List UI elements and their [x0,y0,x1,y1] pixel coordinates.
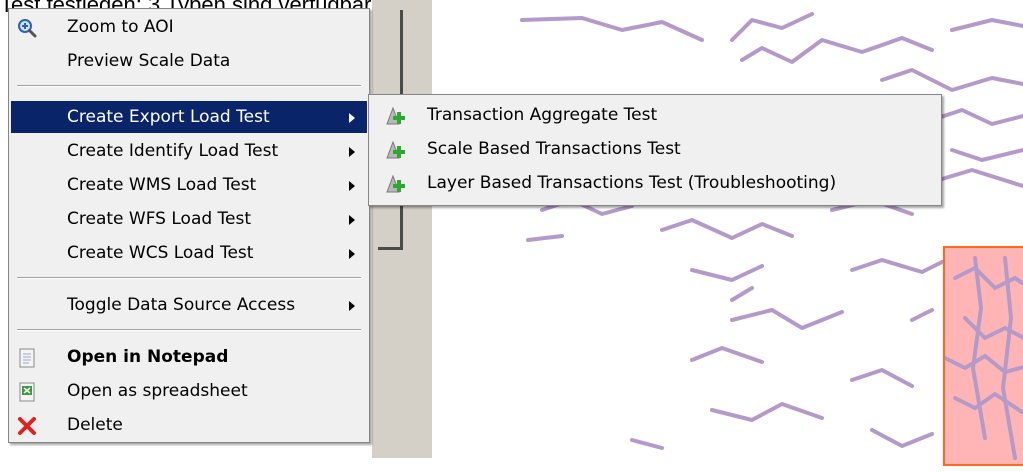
submenu-arrow-icon [349,215,355,225]
area-of-interest[interactable] [943,246,1023,466]
export-load-test-submenu: Transaction Aggregate Test Scale Based T… [368,94,942,206]
menu-item-label: Create WFS Load Test [67,209,252,229]
menu-item-label: Preview Scale Data [67,51,231,71]
submenu-arrow-icon [349,249,355,259]
aoi-features [943,256,1023,460]
load-test-icon [385,172,407,194]
menu-item-create-wfs-load-test[interactable]: Create WFS Load Test [11,203,367,235]
map-features [520,12,1023,450]
delete-icon [17,415,37,435]
menu-item-delete[interactable]: Delete [11,409,367,441]
menu-item-create-identify-load-test[interactable]: Create Identify Load Test [11,135,367,167]
submenu-item-scale-based-transactions-test[interactable]: Scale Based Transactions Test [371,133,939,165]
menu-item-label: Create WCS Load Test [67,243,254,263]
menu-item-open-as-spreadsheet[interactable]: Open as spreadsheet [11,375,367,407]
submenu-item-transaction-aggregate-test[interactable]: Transaction Aggregate Test [371,99,939,131]
menu-item-label: Open as spreadsheet [67,381,248,401]
load-test-icon [385,104,407,126]
menu-item-label: Transaction Aggregate Test [427,105,658,125]
menu-item-label: Create WMS Load Test [67,175,257,195]
panel-divider-foot [378,247,403,250]
submenu-item-layer-based-transactions-test[interactable]: Layer Based Transactions Test (Troublesh… [371,167,939,199]
map-canvas[interactable] [432,0,1023,458]
menu-item-preview-scale-data[interactable]: Preview Scale Data [11,45,367,77]
load-test-icon [385,138,407,160]
menu-item-label: Scale Based Transactions Test [427,139,681,159]
menu-item-label: Zoom to AOI [67,17,174,37]
submenu-arrow-icon [349,181,355,191]
menu-item-open-in-notepad[interactable]: Open in Notepad [11,341,367,373]
spreadsheet-icon [17,381,37,402]
menu-item-label: Delete [67,415,123,435]
notepad-icon [17,347,37,368]
menu-item-label: Toggle Data Source Access [67,295,296,315]
menu-item-toggle-data-source-access[interactable]: Toggle Data Source Access [11,289,367,321]
menu-item-label: Create Export Load Test [67,107,270,127]
submenu-arrow-icon [349,147,355,157]
submenu-arrow-icon [349,113,355,123]
zoom-in-icon [17,17,37,38]
menu-item-label: Create Identify Load Test [67,141,279,161]
menu-item-create-export-load-test[interactable]: Create Export Load Test [11,101,367,133]
context-menu: Zoom to AOI Preview Scale Data Create Ex… [8,8,370,443]
menu-separator [17,329,361,331]
submenu-arrow-icon [349,301,355,311]
menu-item-create-wcs-load-test[interactable]: Create WCS Load Test [11,237,367,269]
menu-separator [17,277,361,279]
menu-item-create-wms-load-test[interactable]: Create WMS Load Test [11,169,367,201]
menu-item-label: Open in Notepad [67,347,229,367]
menu-item-label: Layer Based Transactions Test (Troublesh… [427,173,837,193]
menu-item-zoom-to-aoi[interactable]: Zoom to AOI [11,11,367,43]
menu-separator [17,85,361,87]
